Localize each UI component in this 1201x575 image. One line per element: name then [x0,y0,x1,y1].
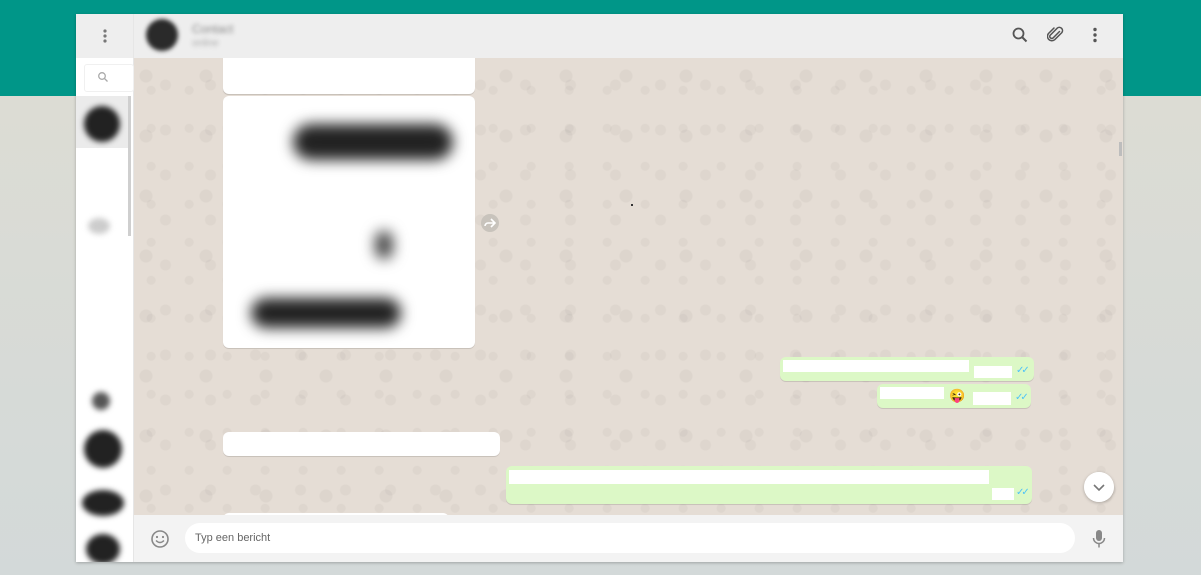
message-text-redacted [880,387,944,399]
message-bubble-out[interactable]: ✓✓ [780,357,1034,381]
microphone-icon[interactable] [1092,529,1106,549]
chat-list-item[interactable] [76,96,131,148]
conversation-header: Contact online [134,14,1123,59]
message-timestamp [974,366,1012,378]
message-image-in[interactable] [223,96,475,348]
avatar [88,218,110,234]
chat-list-item[interactable] [76,382,131,418]
composer-footer [134,515,1123,562]
read-receipt-icon: ✓✓ [1015,392,1029,403]
message-bubble-out[interactable]: 😜 ✓✓ [877,384,1031,408]
avatar [92,392,110,410]
contact-status: online [192,38,219,49]
message-bubble-out[interactable]: ✓✓ [506,466,1032,504]
avatar [84,430,122,468]
message-bubble-in[interactable] [223,432,500,456]
kebab-menu-icon[interactable] [1086,26,1104,44]
read-receipt-icon: ✓✓ [1016,365,1030,376]
avatar [82,490,124,516]
message-list: ✓✓ 😜 ✓✓ ✓✓ 😂😂😂😂 [134,58,1123,515]
avatar [86,534,120,562]
chat-list-item[interactable] [76,528,131,562]
read-receipt-icon: ✓✓ [1016,487,1030,498]
search-icon [98,72,108,82]
blurred-image-content [375,231,393,259]
message-input[interactable] [185,523,1075,553]
sidebar-header [76,14,133,58]
message-text [783,360,969,372]
conversation-panel: Contact online ✓✓ 😜 ✓✓ ✓✓ Typ een berich… [134,14,1123,562]
message-timestamp [973,392,1011,405]
blurred-image-content [293,124,453,160]
cursor-dot [631,204,633,206]
chat-list-item[interactable] [76,480,131,524]
message-bubble-in[interactable] [223,58,475,94]
chevron-down-icon[interactable] [1084,472,1114,502]
sidebar-scrollbar[interactable] [128,96,131,236]
search-icon[interactable] [1011,26,1029,44]
message-timestamp [992,488,1014,500]
paperclip-icon[interactable] [1047,26,1065,44]
message-scrollbar[interactable] [1119,142,1122,156]
chat-list-item[interactable] [76,204,131,254]
emoji-icon[interactable] [150,529,170,549]
chat-list-sidebar [76,14,134,562]
avatar [84,106,120,142]
sidebar-search-field[interactable] [84,64,134,92]
message-emoji: 😜 [949,388,966,403]
forward-icon[interactable] [481,214,499,232]
contact-avatar[interactable] [146,19,178,51]
sidebar-kebab-menu-icon[interactable] [98,26,112,46]
app-window: Contact online ✓✓ 😜 ✓✓ ✓✓ Typ een berich… [76,14,1123,562]
message-text [509,470,989,484]
contact-name[interactable]: Contact [192,22,233,36]
chat-list-item[interactable] [76,422,131,472]
blurred-image-content [251,298,401,328]
